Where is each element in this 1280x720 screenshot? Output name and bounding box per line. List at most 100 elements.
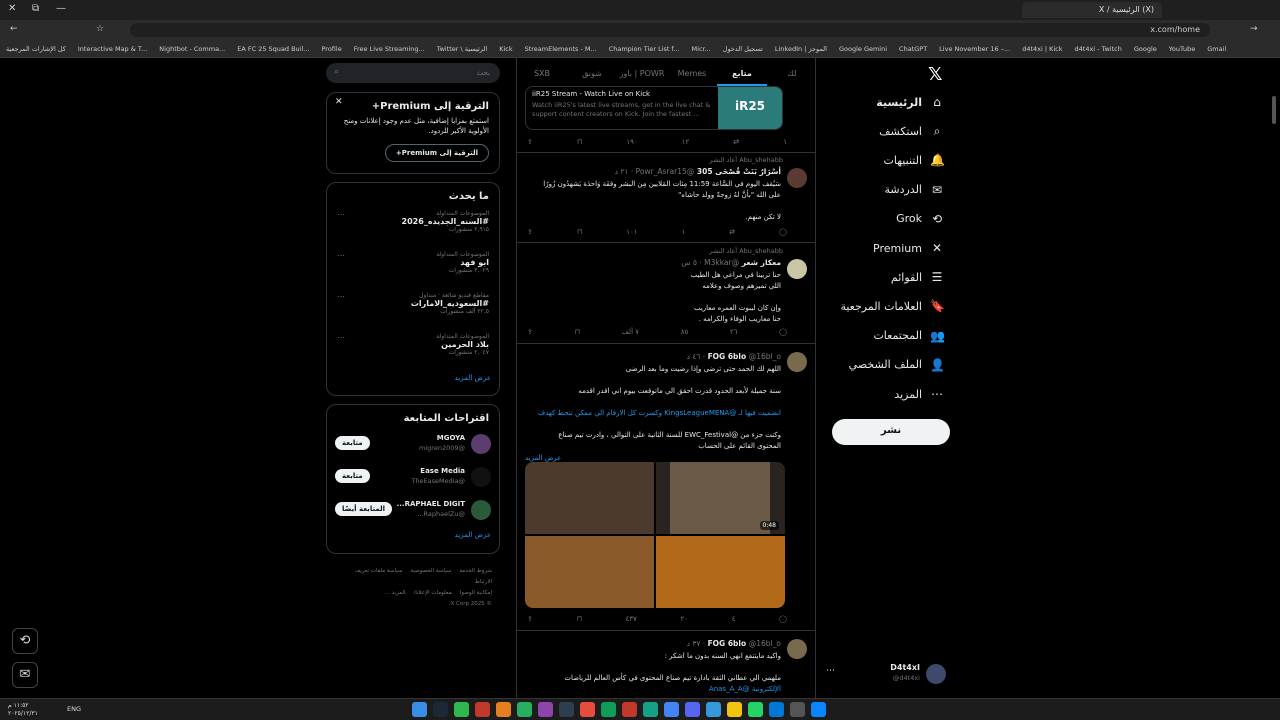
reply-icon[interactable]: ◯ <box>779 228 787 240</box>
bookmark-item[interactable]: Nightbot - Comma... <box>159 45 225 53</box>
bookmark-item[interactable]: Google <box>1134 45 1157 53</box>
bookmark-item[interactable]: ChatGPT <box>899 45 927 53</box>
timeline-tab[interactable]: متابع <box>717 64 767 86</box>
bookmark-item[interactable]: LinkedIn | الموجز <box>775 45 827 53</box>
media-photo[interactable] <box>656 536 785 608</box>
media-photo[interactable] <box>525 536 654 608</box>
bookmark-item[interactable]: Gmail <box>1207 45 1226 53</box>
tweet[interactable]: Abu_shehabb أعاد النشر معكار شعر @M3kkar… <box>517 247 815 337</box>
bookmark-item[interactable]: تسجيل الدخول <box>723 45 763 53</box>
nav-item-10[interactable]: المزيد ⋯ <box>804 382 944 406</box>
bookmark-item[interactable]: Live November 16 –... <box>939 45 1010 53</box>
avatar[interactable] <box>787 168 807 188</box>
views-count[interactable]: ١٠١ <box>626 228 637 240</box>
avatar[interactable] <box>787 639 807 659</box>
star-icon[interactable]: ☆ <box>96 24 104 34</box>
reply-icon[interactable]: ◯ <box>779 615 787 627</box>
footer-link[interactable]: سياسة الخصوصية <box>410 568 451 574</box>
trend-item[interactable]: الموضوعات المتداولة بلاد الحرمين ٢,٠٤٧ منش… <box>337 329 489 370</box>
avatar[interactable] <box>787 259 807 279</box>
back-icon[interactable]: ← <box>10 24 18 34</box>
trend-item[interactable]: مقاطع فيديو شائعة · متداول #السعوديه_الام… <box>337 288 489 329</box>
retweet-count[interactable]: ٢٦ <box>730 328 738 340</box>
bookmark-icon[interactable]: ⊓ <box>577 228 582 240</box>
like-count[interactable]: ١ <box>682 228 686 240</box>
bookmark-item[interactable]: EA FC 25 Squad Buil... <box>237 45 309 53</box>
bookmark-icon[interactable]: ⊓ <box>575 328 580 340</box>
more-icon[interactable]: ⋯ <box>337 210 345 219</box>
nav-item-5[interactable]: Premium ✕ <box>804 236 944 260</box>
media-video[interactable]: 0:48 <box>656 462 785 534</box>
app-icon[interactable] <box>769 702 784 717</box>
post-button[interactable]: نشر <box>832 419 950 445</box>
footer-link[interactable]: معلومات الإعلانات <box>414 590 452 596</box>
app-icon[interactable] <box>517 702 532 717</box>
nav-item-0[interactable]: الرئيسية ⌂ <box>804 90 944 114</box>
app-icon[interactable] <box>811 702 826 717</box>
app-icon[interactable] <box>454 702 469 717</box>
share-icon[interactable]: ⇪ <box>527 328 533 340</box>
bookmark-icon[interactable]: ⊓ <box>577 138 582 150</box>
like-count[interactable]: ٢٠ <box>681 615 689 627</box>
share-icon[interactable]: ⇪ <box>527 138 533 150</box>
link-card[interactable]: iR25 iiR25 Stream - Watch Live on Kick W… <box>525 86 783 130</box>
nav-item-9[interactable]: الملف الشخصي 👤 <box>804 353 945 377</box>
tweet-author[interactable]: معكار شعر @M3kkar · ٥ س <box>681 258 781 267</box>
more-icon[interactable]: ⋯ <box>337 251 345 260</box>
app-icon[interactable] <box>559 702 574 717</box>
bookmark-item[interactable]: Twitter \ الرئيسية <box>437 45 488 53</box>
show-more-link[interactable]: عرض المزيد <box>335 374 491 382</box>
url-field[interactable]: x.com/home <box>130 23 1210 37</box>
nav-item-4[interactable]: Grok ⟲ <box>804 207 944 231</box>
language-indicator[interactable]: ENG <box>67 705 81 713</box>
bookmark-item[interactable]: Micr... <box>692 45 711 53</box>
more-icon[interactable]: ⋯ <box>337 292 345 301</box>
app-icon[interactable] <box>496 702 511 717</box>
search-input[interactable]: بحث ⌕ <box>326 63 500 83</box>
avatar[interactable] <box>471 434 491 454</box>
folder-icon[interactable] <box>727 702 742 717</box>
brave-icon[interactable] <box>580 702 595 717</box>
search-icon[interactable] <box>790 702 805 717</box>
more-icon[interactable]: ⋯ <box>826 666 835 676</box>
chrome-icon[interactable] <box>664 702 679 717</box>
nav-item-8[interactable]: المجتمعات 👥 <box>804 324 945 348</box>
bookmark-item[interactable]: d4t4xi | Kick <box>1022 45 1062 53</box>
bookmark-item[interactable]: Champion Tier List f... <box>609 45 680 53</box>
bookmark-item[interactable]: Google Gemini <box>839 45 887 53</box>
discord-icon[interactable] <box>685 702 700 717</box>
retweet-icon[interactable]: ⇄ <box>729 228 735 240</box>
like-count[interactable]: ٨٥ <box>681 328 689 340</box>
views-count[interactable]: ١٩٠ <box>626 138 637 150</box>
account-switcher[interactable]: D4t4xI @d4t4xi ⋯ <box>826 660 946 686</box>
nav-item-2[interactable]: التنبيهات 🔔 <box>804 148 945 172</box>
views-count[interactable]: ٤٣٧ <box>626 615 637 627</box>
footer-link[interactable]: © 2025 X Corp. <box>449 601 492 607</box>
footer-link[interactable]: شروط الخدمة <box>459 568 492 574</box>
tweet-author[interactable]: FOG 6blo @16bl_o · ٤٦ د <box>687 352 781 361</box>
show-more-link[interactable]: عرض المزيد <box>335 531 491 539</box>
show-more-link[interactable]: عرض المزيد <box>525 454 561 462</box>
timeline-tab[interactable]: باور | POWR <box>617 64 667 86</box>
timeline-tab[interactable]: Memes <box>667 64 717 86</box>
share-icon[interactable]: ⇪ <box>527 228 533 240</box>
nav-item-1[interactable]: استكشف ⌕ <box>804 119 944 143</box>
bookmark-item[interactable]: d4t4xi - Twitch <box>1075 45 1122 53</box>
trend-item[interactable]: الموضوعات المتداولة #السنه_الجديده_2026 ٢,… <box>337 206 489 247</box>
avatar[interactable] <box>471 500 491 520</box>
close-window-icon[interactable]: ✕ <box>8 3 16 14</box>
nav-item-3[interactable]: الدردشة ✉ <box>804 178 944 202</box>
tweet-media-grid[interactable]: 0:48 <box>525 462 785 608</box>
avatar[interactable] <box>471 467 491 487</box>
bookmark-item[interactable]: YouTube <box>1169 45 1195 53</box>
follow-suggestion[interactable]: MGOYA @migren2009 متابعة <box>335 428 491 461</box>
app-icon[interactable] <box>475 702 490 717</box>
bookmark-icon[interactable]: ⊓ <box>577 615 582 627</box>
bookmark-item[interactable]: Interactive Map & T... <box>78 45 147 53</box>
reply-icon[interactable]: ◯ <box>779 328 787 340</box>
follow-button[interactable]: متابعة <box>335 469 370 483</box>
media-photo[interactable] <box>525 462 654 534</box>
timeline-tab[interactable]: لك <box>767 64 815 86</box>
timeline-tab[interactable]: SXB <box>517 64 567 86</box>
timeline-tab[interactable]: شونق <box>567 64 617 86</box>
